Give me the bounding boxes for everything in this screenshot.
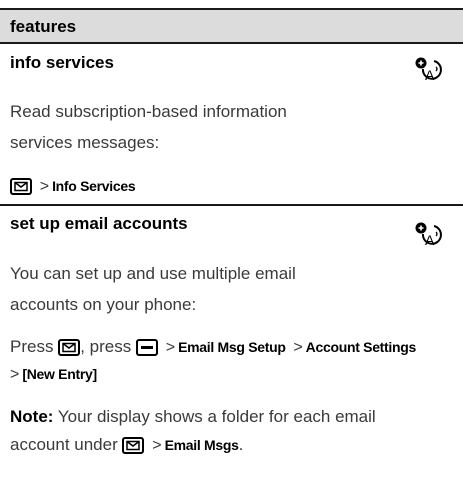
menu-key-icon (135, 339, 158, 356)
path-separator: > (152, 437, 162, 454)
comma: , (80, 337, 85, 356)
svg-text:A: A (425, 232, 435, 248)
network-feature-icon: A (415, 222, 442, 248)
header-title: features (10, 17, 77, 36)
email-accounts-title: set up email accounts (10, 214, 188, 233)
path-separator: > (39, 178, 50, 195)
note-line-2: account under > Email Msgs. (10, 434, 243, 457)
message-key-icon (10, 178, 32, 195)
header-rule (0, 42, 463, 44)
message-key-icon (58, 339, 81, 356)
menu-item-email-msg-setup: Email Msg Setup (178, 339, 286, 355)
note-line-1: Note: Your display shows a folder for ea… (10, 401, 376, 432)
section-header: features (0, 10, 463, 42)
svg-text:A: A (425, 67, 435, 83)
info-services-path: > Info Services (10, 175, 136, 198)
menu-item-new-entry: [New Entry] (22, 366, 97, 382)
period: . (238, 435, 244, 454)
section-divider (0, 204, 463, 206)
info-services-line-2: services messages: (10, 133, 160, 152)
email-accounts-line-1: You can set up and use multiple email (10, 264, 296, 283)
press-text-2: press (89, 337, 132, 356)
menu-item-account-settings: Account Settings (305, 339, 417, 355)
menu-item-email-msgs: Email Msgs (164, 437, 239, 453)
note-label: Note: (10, 407, 54, 426)
path-separator: > (293, 339, 303, 356)
press-text: Press (10, 337, 54, 356)
path-separator: > (10, 366, 20, 383)
info-services-title: info services (10, 53, 114, 72)
info-services-line-1: Read subscription-based information (10, 102, 287, 121)
note-text-1: Your display shows a folder for each ema… (57, 407, 376, 426)
email-setup-instruction: Press , press > Email Msg Setup > Account … (10, 336, 416, 359)
message-key-icon (122, 437, 145, 454)
email-accounts-line-2: accounts on your phone: (10, 295, 197, 314)
path-separator: > (165, 339, 176, 356)
email-setup-instruction-cont: > [New Entry] (10, 363, 97, 386)
menu-item-info-services: Info Services (52, 178, 136, 194)
note-text-2: account under (10, 435, 118, 454)
manual-page: features info services A Read subscripti… (0, 0, 463, 486)
network-feature-icon: A (415, 57, 442, 83)
